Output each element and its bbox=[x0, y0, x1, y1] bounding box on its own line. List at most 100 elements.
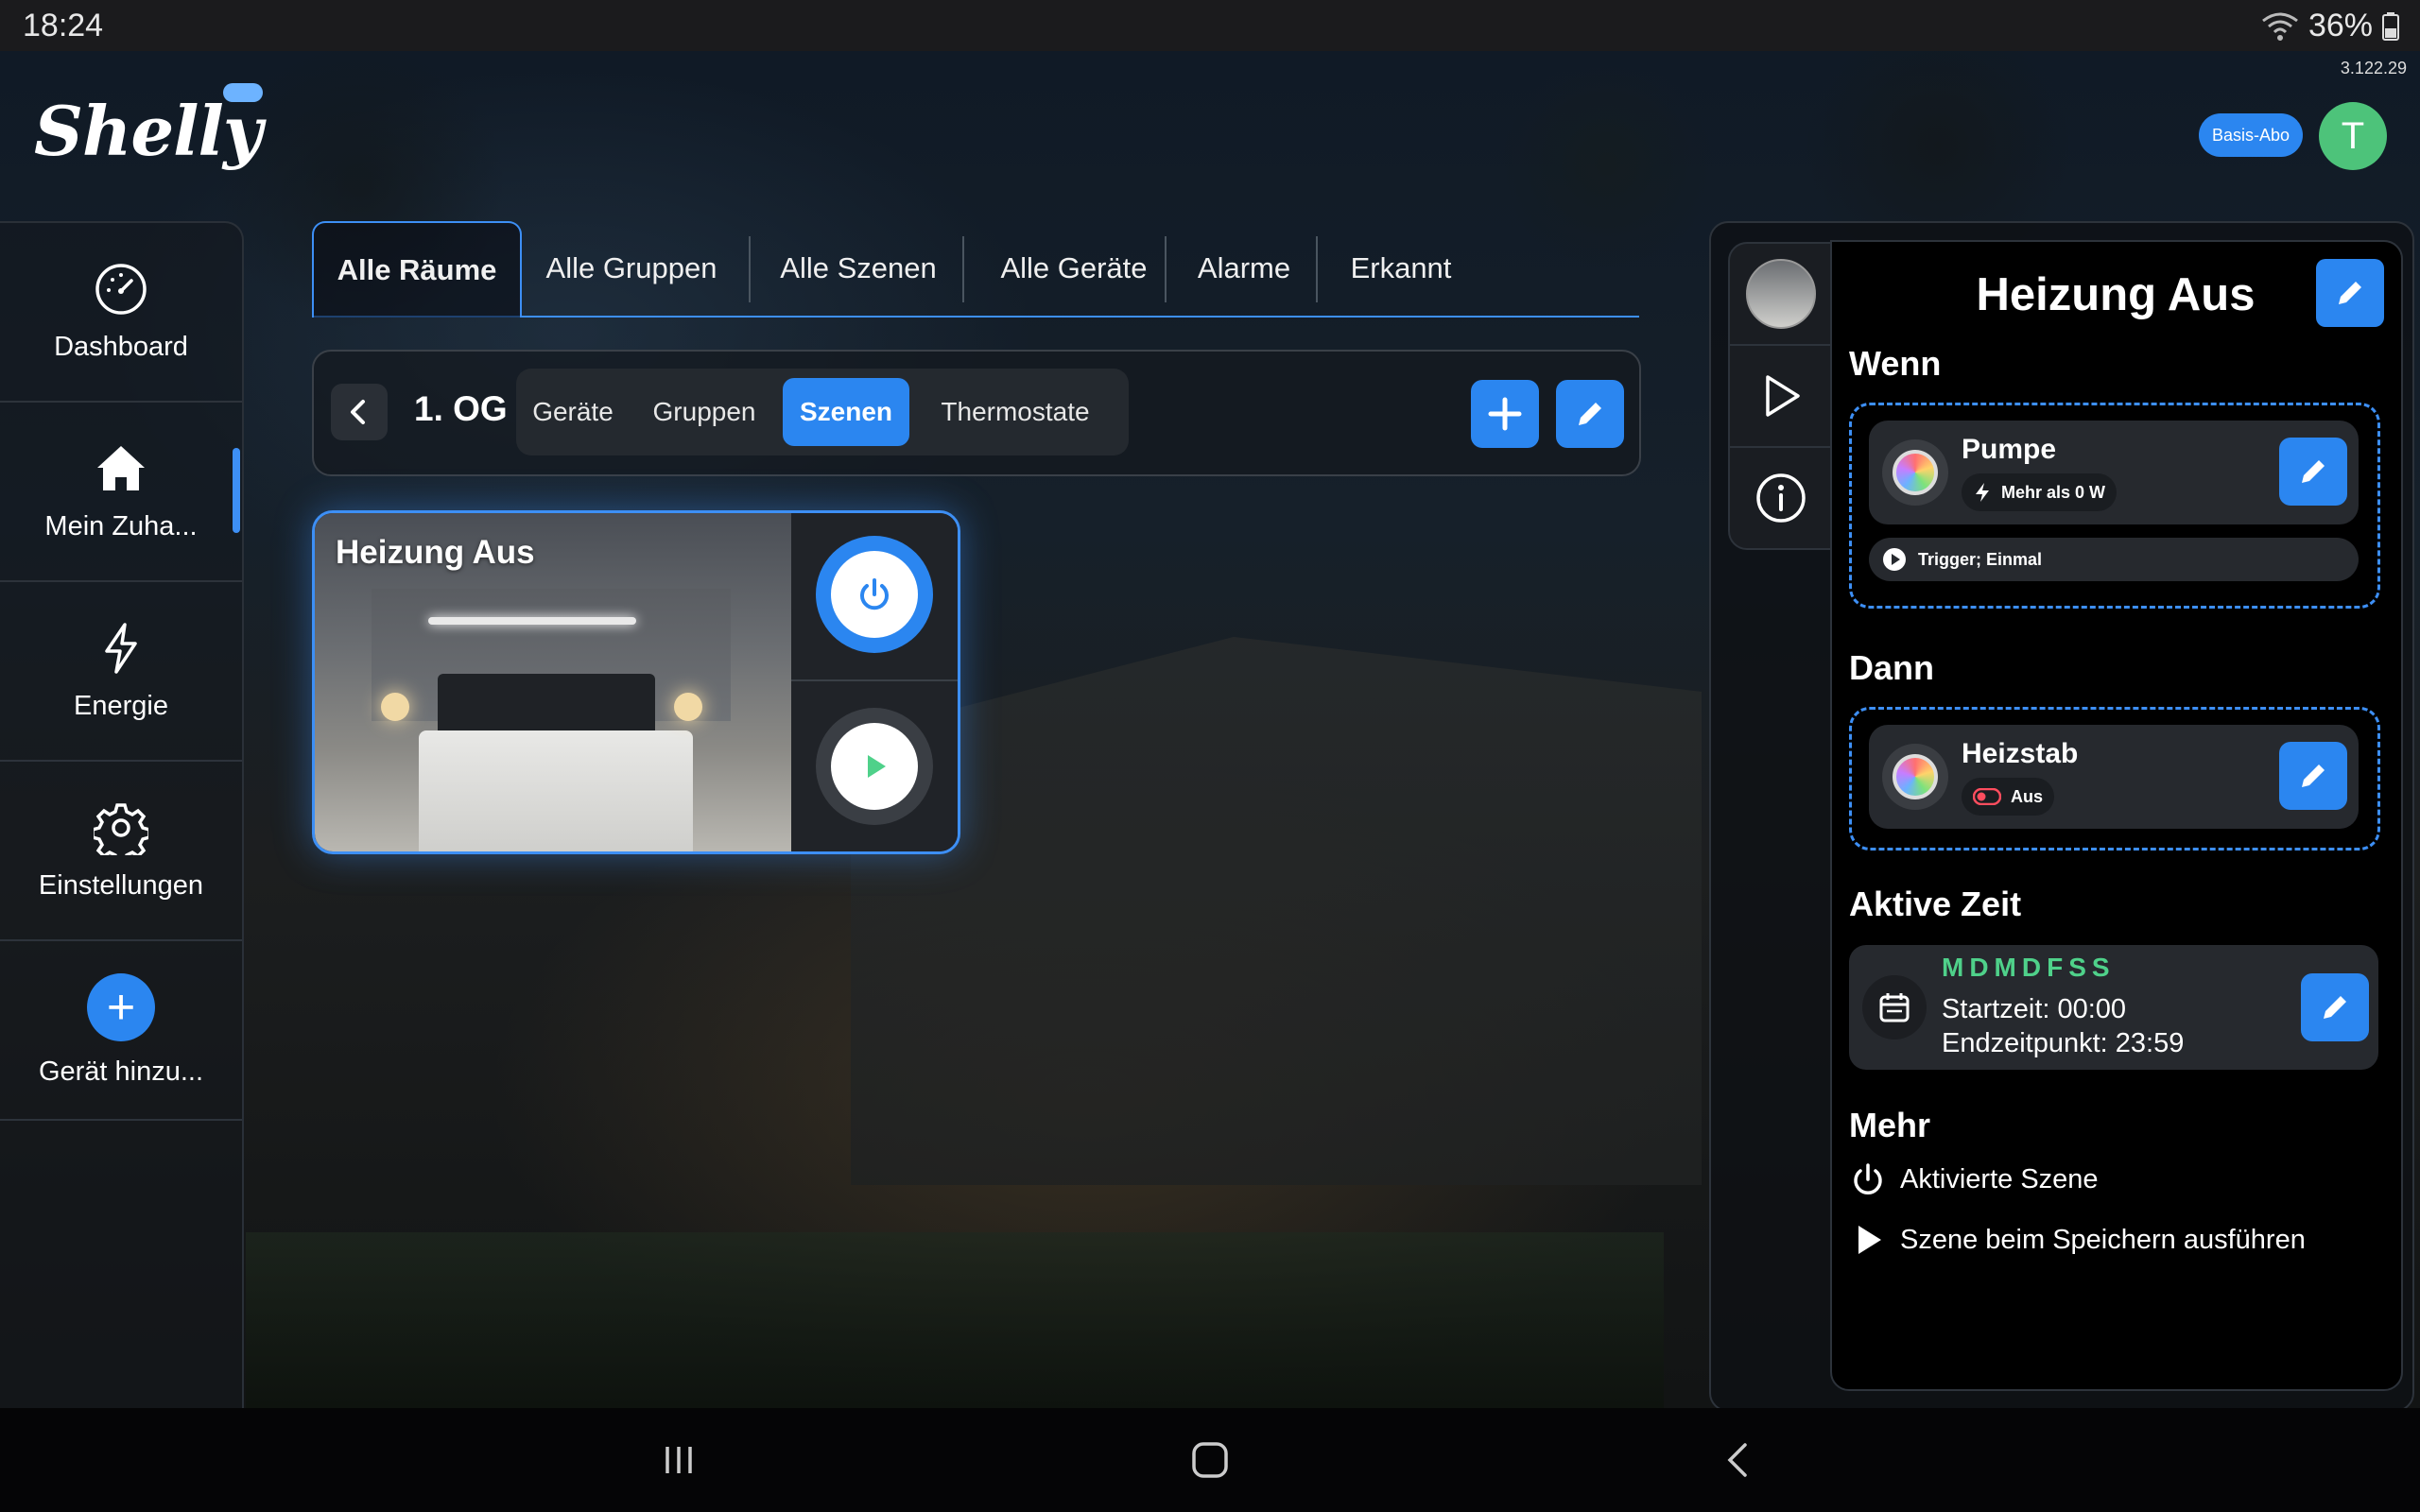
when-heading: Wenn bbox=[1849, 344, 1942, 383]
power-icon bbox=[860, 578, 889, 610]
when-section: Pumpe Mehr als 0 W Trigger; Einmal bbox=[1849, 403, 2380, 609]
room-tabs: Alle Räume Alle Gruppen Alle Szenen Alle… bbox=[312, 221, 1639, 318]
chevron-left-icon bbox=[1727, 1443, 1747, 1477]
subtab-thermostate[interactable]: Thermostate bbox=[921, 378, 1110, 446]
sidebar-item-label: Dashboard bbox=[54, 331, 188, 362]
plus-icon bbox=[1488, 397, 1522, 431]
tab-alle-geraete[interactable]: Alle Geräte bbox=[966, 221, 1182, 316]
scene-thumbnail[interactable] bbox=[1730, 244, 1832, 346]
sidebar-item-label: Energie bbox=[74, 690, 168, 721]
system-nav-bar bbox=[0, 1408, 2420, 1512]
play-circle-icon bbox=[1883, 548, 1906, 571]
sidebar-item-energy[interactable]: Energie bbox=[0, 582, 242, 762]
subtab-gruppen[interactable]: Gruppen bbox=[639, 378, 769, 446]
then-device-card[interactable]: Heizstab Aus bbox=[1869, 725, 2359, 829]
toggle-off-icon bbox=[1973, 788, 2001, 805]
battery-icon bbox=[2382, 11, 2399, 41]
edit-time-button[interactable] bbox=[2301, 973, 2369, 1041]
panel-title: Heizung Aus bbox=[1976, 269, 2256, 320]
play-outline-icon bbox=[1766, 375, 1800, 417]
cloud-icon bbox=[223, 83, 263, 102]
then-section: Heizstab Aus bbox=[1849, 707, 2380, 850]
back-nav-button[interactable] bbox=[1702, 1427, 1777, 1493]
plan-badge[interactable]: Basis-Abo bbox=[2199, 113, 2303, 157]
edit-then-device-button[interactable] bbox=[2279, 742, 2347, 810]
sidebar-item-home[interactable]: Mein Zuha... bbox=[0, 403, 242, 582]
pencil-icon bbox=[1579, 403, 1601, 425]
scene-card[interactable]: Heizung Aus bbox=[312, 510, 960, 854]
plug-icon bbox=[1882, 744, 1948, 810]
recent-apps-button[interactable] bbox=[641, 1427, 717, 1493]
app-version: 3.122.29 bbox=[2340, 59, 2407, 77]
gauge-icon bbox=[95, 263, 147, 315]
tab-alle-raeume[interactable]: Alle Räume bbox=[312, 221, 522, 318]
device-name: Heizstab bbox=[1962, 738, 2079, 769]
sidebar-item-label: Einstellungen bbox=[38, 869, 204, 901]
room-bar: 1. OG Geräte Gruppen Szenen Thermostate bbox=[312, 350, 1641, 476]
active-time-heading: Aktive Zeit bbox=[1849, 885, 2022, 923]
when-device-card[interactable]: Pumpe Mehr als 0 W bbox=[1869, 421, 2359, 524]
back-button[interactable] bbox=[331, 384, 388, 440]
calendar-icon bbox=[1862, 975, 1927, 1040]
room-title: 1. OG bbox=[414, 389, 508, 428]
run-on-save-option[interactable]: Szene beim Speichern ausführen bbox=[1849, 1221, 2306, 1259]
weekdays: MDMDFSS bbox=[1942, 953, 2116, 982]
bolt-icon bbox=[105, 622, 137, 674]
add-scene-button[interactable] bbox=[1471, 380, 1539, 448]
home-nav-button[interactable] bbox=[1172, 1427, 1248, 1493]
more-heading: Mehr bbox=[1849, 1106, 1931, 1144]
sidebar-item-dashboard[interactable]: Dashboard bbox=[0, 223, 242, 403]
sidebar-item-settings[interactable]: Einstellungen bbox=[0, 762, 242, 941]
pencil-icon bbox=[2324, 996, 2346, 1019]
sidebar-active-indicator bbox=[233, 448, 240, 533]
scene-actions bbox=[791, 513, 958, 851]
power-icon bbox=[1854, 1163, 1882, 1194]
subtab-geraete[interactable]: Geräte bbox=[516, 378, 630, 446]
condition-chip: Mehr als 0 W bbox=[1962, 473, 2118, 511]
plug-icon bbox=[1882, 439, 1948, 506]
play-icon bbox=[1858, 1226, 1881, 1254]
play-icon bbox=[868, 755, 886, 778]
tab-alarme[interactable]: Alarme bbox=[1168, 221, 1320, 316]
scene-detail-panel: Heizung Aus Wenn Pumpe Mehr als 0 W Trig… bbox=[1830, 240, 2403, 1391]
shelly-logo: Shelly bbox=[34, 83, 263, 171]
home-icon bbox=[97, 445, 145, 490]
activated-scene-option[interactable]: Aktivierte Szene bbox=[1849, 1160, 2099, 1198]
battery-percent: 36% bbox=[2308, 8, 2373, 43]
pencil-icon bbox=[2339, 282, 2361, 304]
end-time: Endzeitpunkt: 23:59 bbox=[1942, 1028, 2185, 1058]
pencil-icon bbox=[2302, 765, 2325, 787]
info-icon bbox=[1756, 473, 1806, 523]
trigger-chip[interactable]: Trigger; Einmal bbox=[1869, 538, 2359, 581]
edit-scene-button[interactable] bbox=[2316, 259, 2384, 327]
pencil-icon bbox=[2302, 460, 2325, 483]
run-scene-rail-button[interactable] bbox=[1730, 346, 1832, 448]
edit-when-device-button[interactable] bbox=[2279, 438, 2347, 506]
home-square-icon bbox=[1192, 1442, 1228, 1478]
bolt-icon bbox=[1976, 483, 1989, 502]
state-chip: Aus bbox=[1962, 778, 2055, 816]
status-time: 18:24 bbox=[23, 8, 104, 43]
scene-toggle-button[interactable] bbox=[816, 536, 933, 653]
sidebar-item-add-device[interactable]: + Gerät hinzu... bbox=[0, 941, 242, 1121]
user-avatar[interactable]: T bbox=[2319, 102, 2387, 170]
subtab-szenen[interactable]: Szenen bbox=[783, 378, 909, 446]
tab-alle-szenen[interactable]: Alle Szenen bbox=[752, 221, 964, 316]
wifi-icon bbox=[2262, 12, 2298, 41]
plus-icon: + bbox=[87, 972, 155, 1041]
info-rail-button[interactable] bbox=[1730, 448, 1832, 548]
tab-alle-gruppen[interactable]: Alle Gruppen bbox=[518, 221, 745, 316]
sidebar: Dashboard Mein Zuha... Energie Einstellu… bbox=[0, 221, 244, 1410]
recents-icon bbox=[666, 1447, 692, 1473]
start-time: Startzeit: 00:00 bbox=[1942, 994, 2127, 1024]
scene-run-button[interactable] bbox=[816, 708, 933, 825]
tab-erkannt[interactable]: Erkannt bbox=[1320, 221, 1482, 316]
device-name: Pumpe bbox=[1962, 434, 2057, 465]
active-time-card[interactable]: MDMDFSS Startzeit: 00:00 Endzeitpunkt: 2… bbox=[1849, 945, 2378, 1070]
chevron-left-icon bbox=[351, 400, 365, 424]
sidebar-item-label: Mein Zuha... bbox=[44, 510, 198, 541]
sidebar-item-label: Gerät hinzu... bbox=[38, 1056, 204, 1087]
scene-title: Heizung Aus bbox=[336, 534, 535, 571]
edit-room-button[interactable] bbox=[1556, 380, 1624, 448]
room-subtabs: Geräte Gruppen Szenen Thermostate bbox=[516, 369, 1129, 455]
